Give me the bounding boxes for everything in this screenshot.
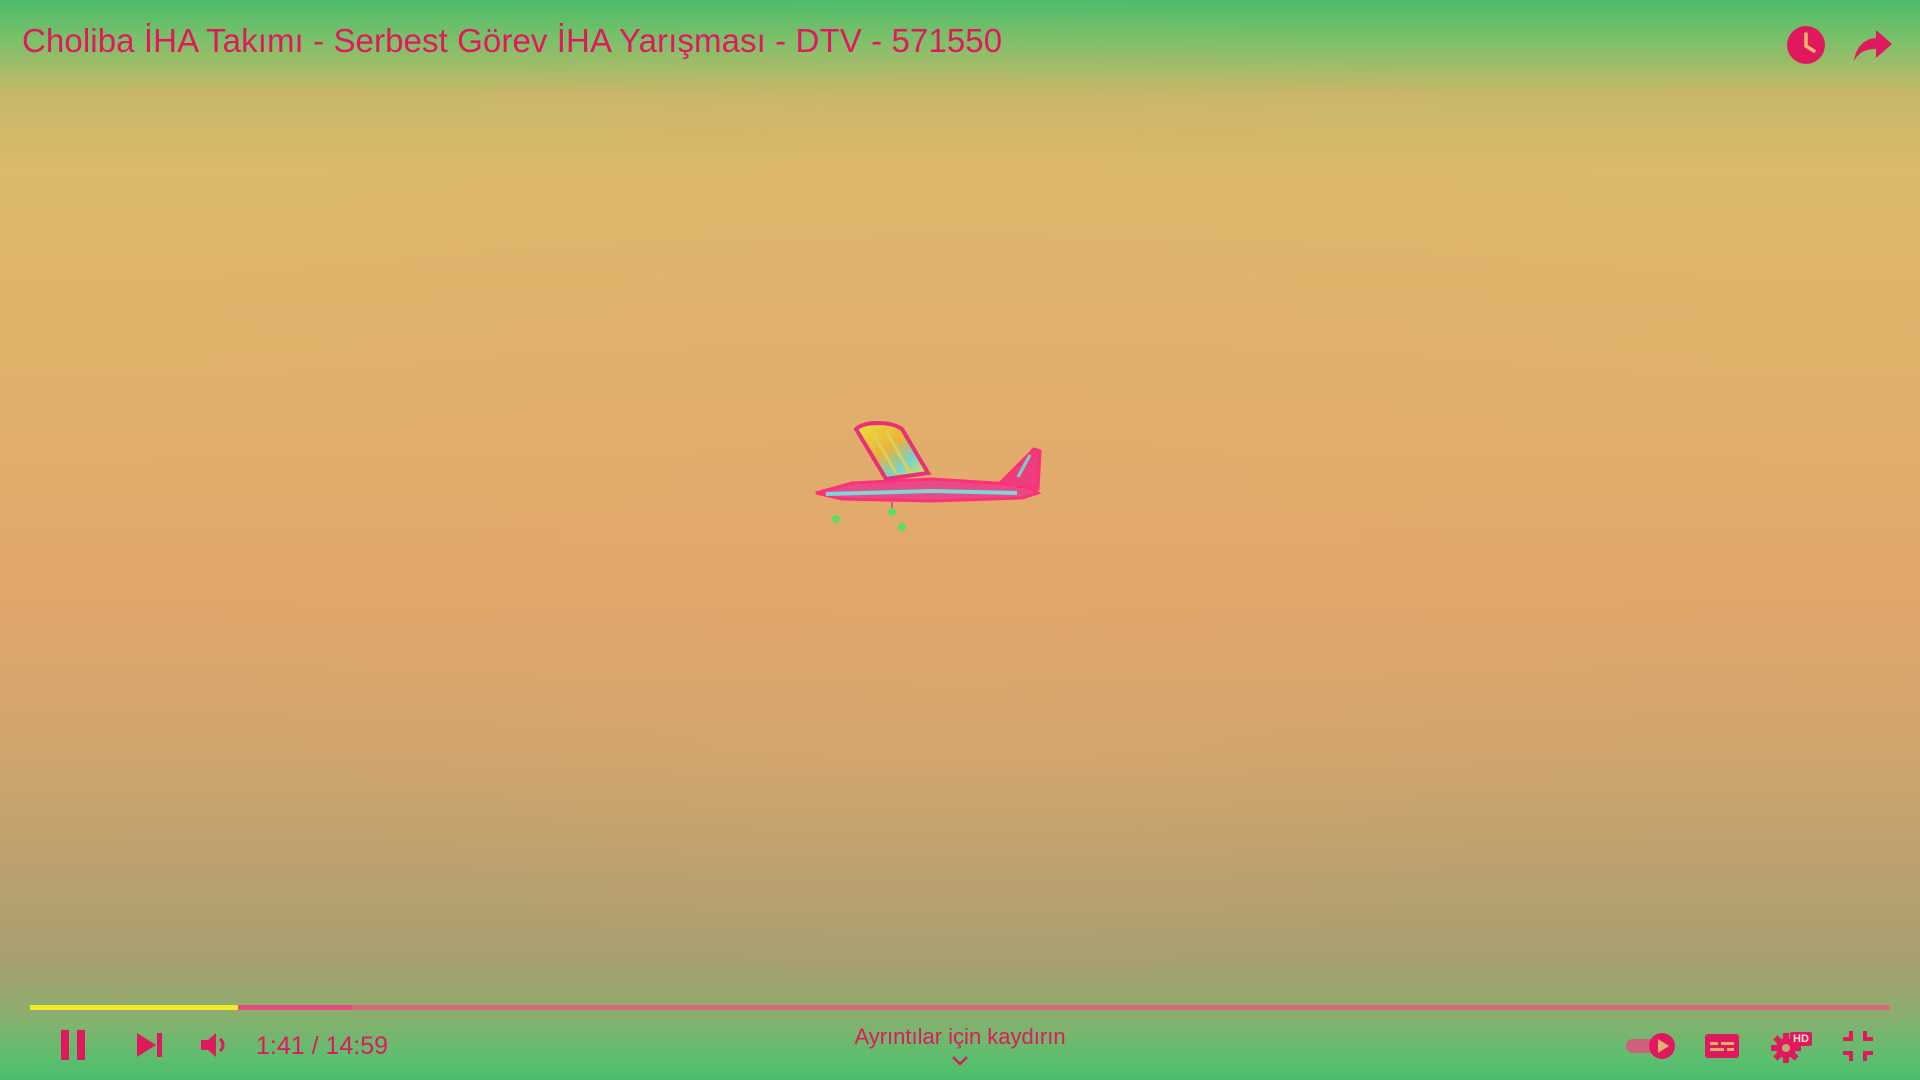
- details-hint[interactable]: Ayrıntılar için kaydırın: [760, 1024, 1160, 1050]
- volume-icon: [201, 1033, 225, 1057]
- subtitles-icon: [1705, 1034, 1739, 1058]
- clock-icon[interactable]: [1785, 24, 1827, 66]
- exit-fullscreen-icon: [1843, 1031, 1873, 1061]
- aircraft-image: [815, 421, 1042, 531]
- next-icon: [137, 1033, 162, 1057]
- exit-fullscreen-button[interactable]: [1838, 1026, 1878, 1066]
- time-display: 1:41 / 14:59: [256, 1032, 389, 1060]
- subtitles-button[interactable]: [1702, 1026, 1742, 1066]
- video-player[interactable]: Choliba İHA Takımı - Serbest Görev İHA Y…: [0, 0, 1920, 1080]
- progress-bar[interactable]: [30, 1005, 1890, 1010]
- pause-icon: [61, 1030, 85, 1060]
- hd-badge: HD: [1790, 1032, 1812, 1046]
- progress-played: [30, 1005, 239, 1010]
- video-title: Choliba İHA Takımı - Serbest Görev İHA Y…: [22, 22, 1003, 59]
- next-button[interactable]: [132, 1026, 168, 1066]
- pause-button[interactable]: [56, 1026, 92, 1066]
- share-icon[interactable]: [1852, 24, 1894, 66]
- volume-button[interactable]: [196, 1026, 234, 1066]
- autoplay-toggle[interactable]: [1624, 1026, 1680, 1066]
- chevron-down-icon[interactable]: [949, 1054, 971, 1068]
